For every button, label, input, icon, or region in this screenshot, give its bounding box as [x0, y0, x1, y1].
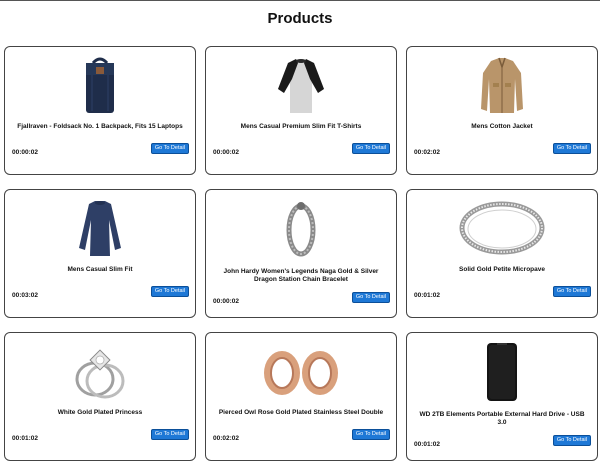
product-timer: 00:01:02: [12, 435, 39, 442]
product-title: Fjallraven - Foldsack No. 1 Backpack, Fi…: [17, 123, 183, 130]
product-title: White Gold Plated Princess: [57, 409, 143, 416]
product-card: Mens Cotton Jacket 00:02:02 Go To Detail: [406, 46, 598, 175]
product-timer: 00:01:02: [414, 441, 441, 448]
go-to-detail-button[interactable]: Go To Detail: [552, 435, 591, 446]
tshirt-icon: [266, 53, 336, 117]
product-card: Solid Gold Petite Micropave 00:01:02 Go …: [406, 189, 598, 318]
go-to-detail-button[interactable]: Go To Detail: [552, 286, 591, 297]
ear-tunnel-icon: [256, 339, 346, 403]
backpack-icon: [65, 53, 135, 117]
product-card: Pierced Owl Rose Gold Plated Stainless S…: [205, 332, 397, 461]
go-to-detail-button[interactable]: Go To Detail: [351, 429, 390, 440]
ring-icon: [452, 196, 552, 260]
go-to-detail-button[interactable]: Go To Detail: [351, 292, 390, 303]
page-title: Products: [267, 10, 333, 27]
go-to-detail-button[interactable]: Go To Detail: [351, 143, 390, 154]
product-timer: 00:00:02: [12, 149, 39, 156]
product-timer: 00:00:02: [213, 149, 240, 156]
product-card: John Hardy Women's Legends Naga Gold & S…: [205, 189, 397, 318]
go-to-detail-button[interactable]: Go To Detail: [150, 143, 189, 154]
product-timer: 00:01:02: [414, 292, 441, 299]
longsleeve-icon: [65, 196, 135, 260]
hard-drive-icon: [467, 339, 537, 403]
product-title: Mens Casual Premium Slim Fit T-Shirts: [240, 123, 362, 130]
product-card: Mens Casual Slim Fit 00:03:02 Go To Deta…: [4, 189, 196, 318]
product-timer: 00:02:02: [414, 149, 441, 156]
product-title: John Hardy Women's Legends Naga Gold & S…: [223, 268, 379, 283]
product-title: Mens Cotton Jacket: [471, 123, 533, 130]
product-timer: 00:03:02: [12, 292, 39, 299]
product-timer: 00:00:02: [213, 298, 240, 305]
product-title: WD 2TB Elements Portable External Hard D…: [419, 411, 585, 426]
product-grid: Fjallraven - Foldsack No. 1 Backpack, Fi…: [4, 46, 598, 461]
product-card: WD 2TB Elements Portable External Hard D…: [406, 332, 598, 461]
go-to-detail-button[interactable]: Go To Detail: [552, 143, 591, 154]
product-card: White Gold Plated Princess 00:01:02 Go T…: [4, 332, 196, 461]
product-timer: 00:02:02: [213, 435, 240, 442]
jacket-icon: [467, 53, 537, 117]
product-title: Solid Gold Petite Micropave: [459, 266, 545, 273]
bracelet-icon: [266, 196, 336, 260]
diamond-ring-icon: [65, 339, 135, 403]
go-to-detail-button[interactable]: Go To Detail: [150, 429, 189, 440]
product-title: Pierced Owl Rose Gold Plated Stainless S…: [218, 409, 384, 416]
product-card: Mens Casual Premium Slim Fit T-Shirts 00…: [205, 46, 397, 175]
go-to-detail-button[interactable]: Go To Detail: [150, 286, 189, 297]
product-title: Mens Casual Slim Fit: [67, 266, 133, 273]
product-card: Fjallraven - Foldsack No. 1 Backpack, Fi…: [4, 46, 196, 175]
